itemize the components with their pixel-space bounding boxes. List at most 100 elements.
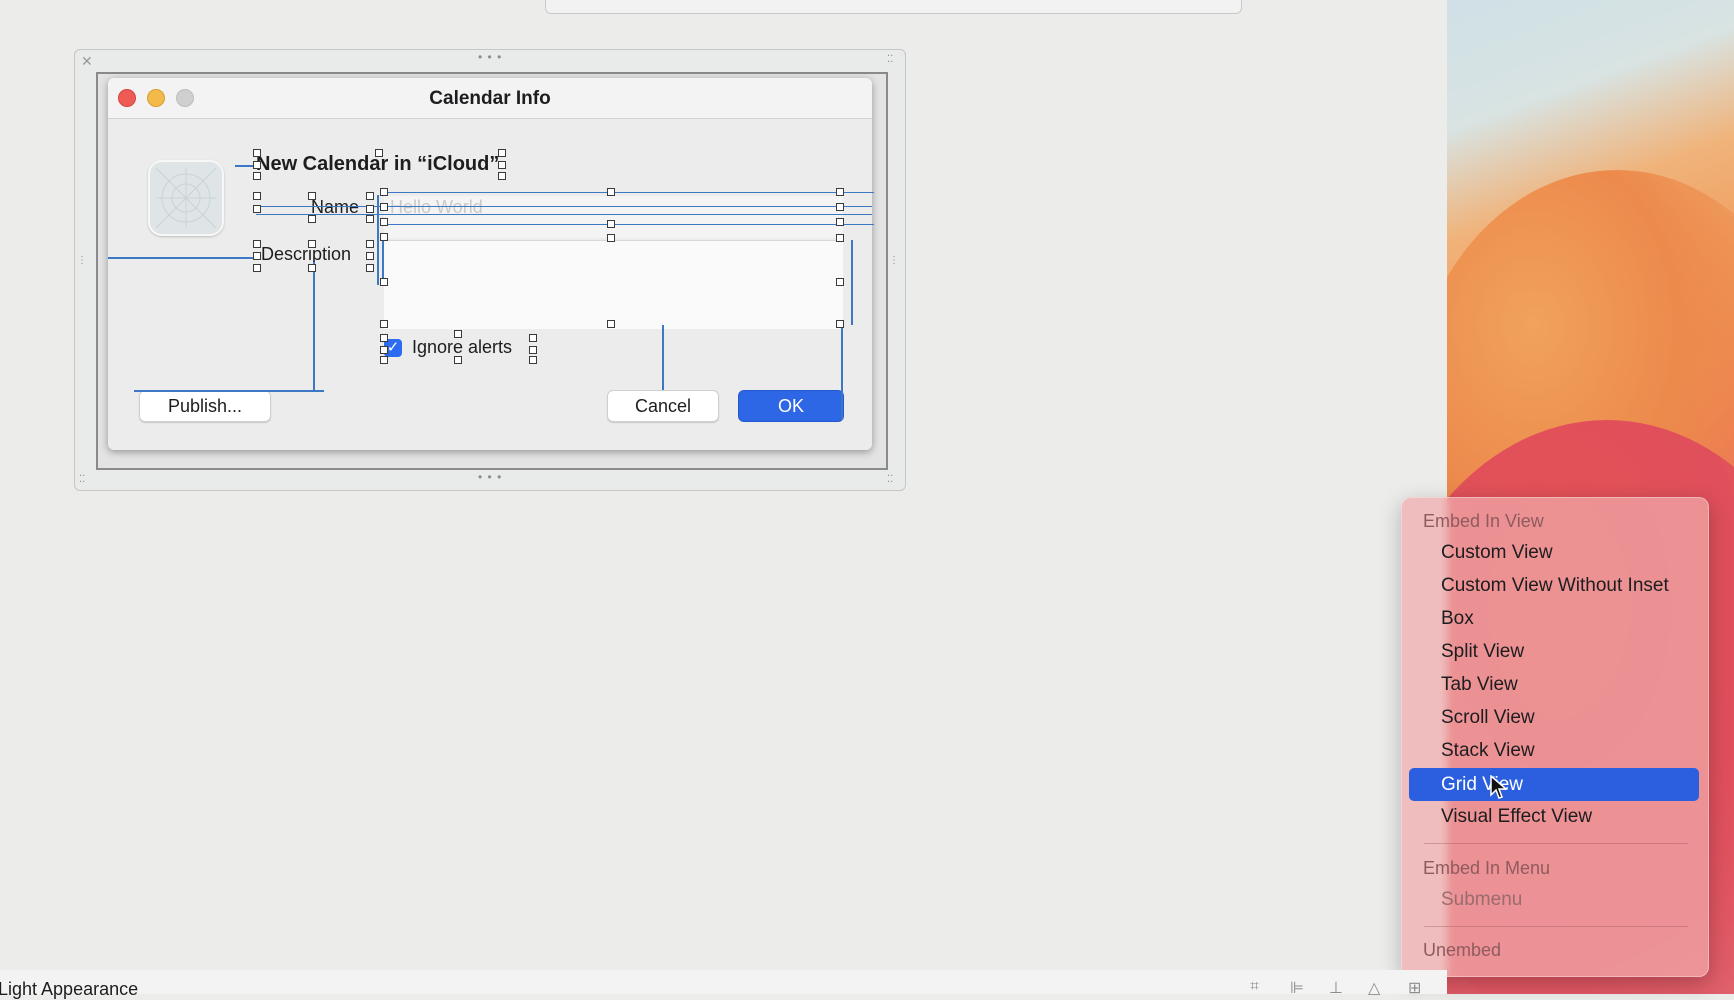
resize-handle[interactable] — [253, 149, 261, 157]
canvas-bottom-bar — [0, 970, 1447, 994]
close-icon[interactable]: ✕ — [81, 53, 93, 70]
resize-handle[interactable] — [498, 172, 506, 180]
resize-handle[interactable] — [380, 233, 388, 241]
constraint-line — [377, 195, 379, 285]
resize-handle[interactable] — [308, 192, 316, 200]
resize-handle[interactable] — [253, 264, 261, 272]
resize-handle[interactable] — [380, 188, 388, 196]
resize-handle[interactable] — [454, 356, 462, 364]
menu-item-custom-view-without-inset[interactable]: Custom View Without Inset — [1409, 569, 1699, 602]
drag-handle-icon[interactable]: • • • — [478, 50, 502, 64]
constraint-line — [108, 257, 258, 259]
constraint-line — [134, 390, 324, 392]
resize-handle[interactable] — [253, 172, 261, 180]
resize-handle[interactable] — [607, 234, 615, 242]
resize-handle[interactable] — [253, 205, 261, 213]
resize-corner-icon[interactable]: ⁚⁚ — [887, 474, 893, 485]
resize-handle[interactable] — [375, 149, 383, 157]
add-constraints-icon[interactable]: ⊥ — [1329, 978, 1343, 998]
resize-side-icon[interactable]: ⋮ — [77, 255, 87, 266]
menu-item-submenu: Submenu — [1441, 889, 1523, 910]
menu-separator — [1424, 843, 1688, 844]
resize-handle[interactable] — [836, 234, 844, 242]
resize-handle[interactable] — [836, 320, 844, 328]
constraint-line — [313, 262, 315, 392]
menu-item-scroll-view[interactable]: Scroll View — [1409, 701, 1699, 734]
resize-handle[interactable] — [366, 192, 374, 200]
resize-handle[interactable] — [607, 188, 615, 196]
menu-item-unembed: Unembed — [1423, 940, 1502, 960]
ok-button[interactable]: OK — [738, 390, 844, 422]
constraint-line — [382, 240, 384, 280]
resize-corner-icon[interactable]: ⁚⁚ — [887, 54, 893, 65]
resize-handle[interactable] — [308, 240, 316, 248]
resize-handle[interactable] — [380, 203, 388, 211]
constraint-line — [256, 206, 872, 207]
resize-handle[interactable] — [380, 320, 388, 328]
resize-handle[interactable] — [366, 264, 374, 272]
constraint-line — [256, 214, 872, 215]
menu-item-custom-view[interactable]: Custom View — [1409, 536, 1699, 569]
resolve-issues-icon[interactable]: △ — [1368, 978, 1380, 998]
constraint-line — [384, 192, 874, 193]
resize-handle[interactable] — [454, 330, 462, 338]
menu-section-embed-in-menu: Embed In Menu — [1423, 858, 1551, 878]
window-title: Calendar Info — [429, 88, 551, 109]
menu-item-grid-view[interactable]: Grid View — [1409, 768, 1699, 801]
menu-item-split-view[interactable]: Split View — [1409, 635, 1699, 668]
ignore-alerts-label: Ignore alerts — [412, 337, 513, 357]
resize-handle[interactable] — [253, 240, 261, 248]
calendar-info-window: Calendar Info New Calendar in “iCloud” N… — [108, 78, 872, 450]
resize-handle[interactable] — [308, 215, 316, 223]
resize-handle[interactable] — [529, 334, 537, 342]
resize-handle[interactable] — [836, 278, 844, 286]
constraint-line — [841, 325, 843, 420]
resize-handle[interactable] — [498, 149, 506, 157]
menu-item-tab-view[interactable]: Tab View — [1409, 668, 1699, 701]
resize-handle[interactable] — [529, 356, 537, 364]
resize-handle[interactable] — [380, 334, 388, 342]
resize-handle[interactable] — [366, 252, 374, 260]
resize-handle[interactable] — [380, 346, 388, 354]
cancel-button[interactable]: Cancel — [607, 390, 719, 422]
resize-handle[interactable] — [366, 205, 374, 213]
constraint-line — [384, 224, 874, 225]
resize-side-icon[interactable]: ⋮ — [889, 255, 899, 266]
window-titlebar: Calendar Info — [108, 78, 872, 119]
resize-handle[interactable] — [253, 161, 261, 169]
drag-handle-icon[interactable]: • • • — [478, 470, 502, 484]
resize-handle[interactable] — [607, 220, 615, 228]
resize-handle[interactable] — [836, 218, 844, 226]
align-icon[interactable]: ⊫ — [1290, 978, 1304, 998]
resize-handle[interactable] — [253, 252, 261, 260]
resize-handle[interactable] — [380, 218, 388, 226]
resize-handle[interactable] — [380, 356, 388, 364]
menu-separator — [1424, 926, 1688, 927]
resize-handle[interactable] — [836, 188, 844, 196]
description-label: Description — [261, 244, 352, 264]
embed-in-icon[interactable]: ⊞ — [1408, 978, 1421, 998]
resize-handle[interactable] — [836, 203, 844, 211]
resize-handle[interactable] — [366, 215, 374, 223]
resize-handle[interactable] — [529, 346, 537, 354]
mouse-pointer-icon — [1490, 775, 1508, 799]
menu-item-visual-effect-view[interactable]: Visual Effect View — [1409, 800, 1699, 833]
menu-item-box[interactable]: Box — [1409, 602, 1699, 635]
resize-handle[interactable] — [253, 192, 261, 200]
menu-section-embed-in-view: Embed In View — [1423, 511, 1544, 531]
resize-handle[interactable] — [607, 320, 615, 328]
resize-corner-icon[interactable]: ⁚⁚ — [79, 474, 85, 485]
resize-handle[interactable] — [498, 161, 506, 169]
publish-button[interactable]: Publish... — [139, 390, 271, 422]
menu-item-stack-view[interactable]: Stack View — [1409, 734, 1699, 767]
frame-icon[interactable]: ⌗ — [1250, 978, 1259, 996]
top-canvas-field — [545, 0, 1242, 14]
resize-handle[interactable] — [366, 240, 374, 248]
app-icon — [148, 160, 224, 236]
constraint-line — [851, 240, 853, 325]
constraint-line — [662, 325, 664, 390]
resize-handle[interactable] — [308, 264, 316, 272]
description-textarea[interactable] — [384, 240, 843, 329]
appearance-toggle[interactable]: Light Appearance — [0, 979, 138, 1000]
resize-handle[interactable] — [380, 278, 388, 286]
